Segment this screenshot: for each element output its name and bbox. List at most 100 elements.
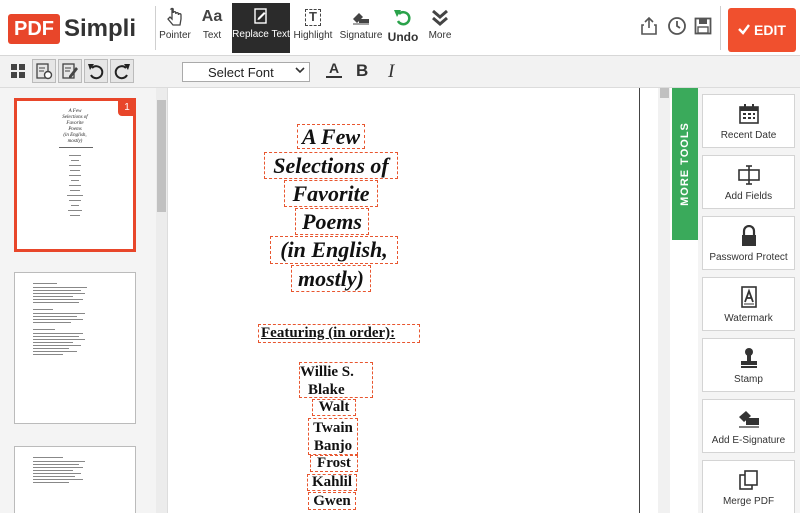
history-clock-icon[interactable] bbox=[666, 15, 688, 37]
rotate-left-button[interactable] bbox=[84, 59, 108, 83]
tool-label: Add E-Signature bbox=[711, 434, 786, 446]
e-signature-icon bbox=[737, 407, 761, 431]
rotate-right-icon bbox=[114, 64, 130, 80]
edit-label: EDIT bbox=[754, 22, 786, 38]
text-box[interactable]: Walt bbox=[312, 399, 356, 416]
thumbnail-panel: 1 A Few Selections of Favorite Poems (in… bbox=[0, 88, 168, 513]
text-box[interactable]: Poems bbox=[295, 208, 369, 235]
edit-button[interactable]: EDIT bbox=[728, 8, 796, 52]
text-box[interactable]: Selections of bbox=[264, 152, 398, 179]
tool-more[interactable]: More bbox=[424, 4, 456, 52]
thumbnail-line bbox=[69, 165, 81, 166]
pdf-editor-app: PDF Simpli Pointer Aa Text Replace Text … bbox=[0, 0, 800, 513]
grid-icon bbox=[11, 64, 25, 78]
more-tools-tab[interactable]: MORE TOOLS bbox=[672, 88, 698, 240]
tool-label: Undo bbox=[387, 30, 419, 44]
page-thumbnail-1[interactable]: 1 A Few Selections of Favorite Poems (in… bbox=[14, 98, 136, 252]
tool-text[interactable]: Aa Text bbox=[198, 4, 226, 52]
text-box[interactable]: Gwen bbox=[308, 492, 356, 510]
thumbnail-line bbox=[69, 200, 81, 201]
checkmark-icon bbox=[738, 22, 751, 38]
scrollbar-thumb[interactable] bbox=[660, 88, 669, 98]
text-box[interactable]: Willie S. Blake bbox=[299, 362, 373, 398]
text-box[interactable]: A Few bbox=[297, 124, 365, 149]
divider bbox=[720, 6, 721, 50]
text-box[interactable]: Featuring (in order): bbox=[258, 324, 420, 343]
signature-icon bbox=[351, 4, 371, 30]
recent-date-button[interactable]: Recent Date bbox=[702, 94, 795, 148]
document-canvas[interactable]: A Few Selections of Favorite Poems (in E… bbox=[168, 88, 658, 513]
calendar-icon bbox=[738, 102, 760, 126]
add-fields-icon bbox=[737, 163, 761, 187]
thumbnail-line bbox=[69, 155, 81, 156]
thumbnail-line bbox=[70, 170, 80, 171]
tool-label: Signature bbox=[339, 30, 383, 41]
merge-pdf-button[interactable]: Merge PDF bbox=[702, 460, 795, 513]
tool-pointer[interactable]: Pointer bbox=[158, 4, 192, 52]
watermark-button[interactable]: Watermark bbox=[702, 277, 795, 331]
tools-panel: Recent Date Add Fields Password Protect … bbox=[698, 88, 800, 513]
logo[interactable]: PDF Simpli bbox=[8, 14, 136, 44]
thumbnail-line bbox=[69, 185, 81, 186]
document-scrollbar[interactable] bbox=[658, 88, 670, 513]
thumbnail-line bbox=[68, 210, 82, 211]
text-box[interactable]: Twain Banjo bbox=[308, 418, 358, 455]
tool-label: Merge PDF bbox=[722, 495, 775, 507]
thumbnail-line bbox=[70, 215, 80, 216]
rotate-right-button[interactable] bbox=[110, 59, 134, 83]
tool-label: Stamp bbox=[734, 373, 763, 385]
stamp-button[interactable]: Stamp bbox=[702, 338, 795, 392]
undo-icon bbox=[393, 4, 413, 30]
italic-button[interactable]: I bbox=[388, 61, 394, 83]
text-box[interactable]: Frost bbox=[310, 455, 358, 472]
add-fields-button[interactable]: Add Fields bbox=[702, 155, 795, 209]
thumbnail-line bbox=[59, 147, 93, 148]
text-box[interactable]: (in English, bbox=[270, 236, 398, 264]
thumbnail-scrollbar[interactable] bbox=[156, 88, 167, 513]
highlight-icon: T bbox=[305, 4, 321, 30]
thumbnail-title: A Few Selections of Favorite Poems (in E… bbox=[62, 109, 88, 144]
tool-replace-text[interactable]: Replace Text bbox=[232, 3, 290, 53]
thumbnail-line bbox=[69, 175, 81, 176]
tool-highlight[interactable]: T Highlight bbox=[294, 4, 332, 52]
merge-pdf-icon bbox=[738, 468, 760, 492]
tool-label: Replace Text bbox=[232, 29, 290, 40]
page-settings-button[interactable] bbox=[32, 59, 56, 83]
more-chevrons-icon bbox=[431, 4, 449, 30]
chevron-down-icon bbox=[295, 66, 305, 77]
thumbnail-line bbox=[71, 205, 79, 206]
text-box[interactable]: mostly) bbox=[291, 265, 371, 292]
password-protect-button[interactable]: Password Protect bbox=[702, 216, 795, 270]
tool-signature[interactable]: Signature bbox=[340, 4, 382, 52]
logo-simpli-text: Simpli bbox=[64, 15, 137, 42]
text-aa-icon: Aa bbox=[201, 8, 223, 25]
pointer-icon bbox=[166, 4, 184, 30]
divider bbox=[155, 6, 156, 50]
scrollbar-thumb[interactable] bbox=[157, 100, 166, 212]
watermark-icon bbox=[739, 285, 759, 309]
thumbnail-line bbox=[71, 160, 79, 161]
tool-label: Password Protect bbox=[709, 251, 788, 263]
tool-label: Watermark bbox=[724, 312, 773, 324]
page-edit-button[interactable] bbox=[58, 59, 82, 83]
page-thumbnail-2[interactable] bbox=[14, 272, 136, 424]
add-e-signature-button[interactable]: Add E-Signature bbox=[702, 399, 795, 453]
tool-undo[interactable]: Undo bbox=[388, 4, 418, 52]
font-select[interactable]: Select Font bbox=[182, 62, 310, 82]
thumbnail-text-block bbox=[33, 283, 93, 355]
tool-label: Add Fields bbox=[724, 190, 773, 202]
thumbnail-line bbox=[71, 180, 79, 181]
text-box[interactable]: Kahlil bbox=[307, 474, 357, 491]
save-disk-icon[interactable] bbox=[692, 15, 714, 37]
bold-button[interactable]: B bbox=[356, 61, 368, 81]
page-edit-icon bbox=[62, 63, 78, 79]
thumbnail-line bbox=[70, 190, 80, 191]
text-box[interactable]: Favorite bbox=[284, 180, 378, 207]
logo-pdf-text: PDF bbox=[8, 14, 60, 44]
tool-label: Recent Date bbox=[720, 129, 777, 141]
font-color-button[interactable]: A bbox=[326, 60, 343, 78]
share-icon[interactable] bbox=[638, 15, 660, 37]
font-select-value: Select Font bbox=[208, 64, 274, 80]
page-thumbnail-3[interactable] bbox=[14, 446, 136, 513]
grid-view-button[interactable] bbox=[6, 59, 30, 83]
